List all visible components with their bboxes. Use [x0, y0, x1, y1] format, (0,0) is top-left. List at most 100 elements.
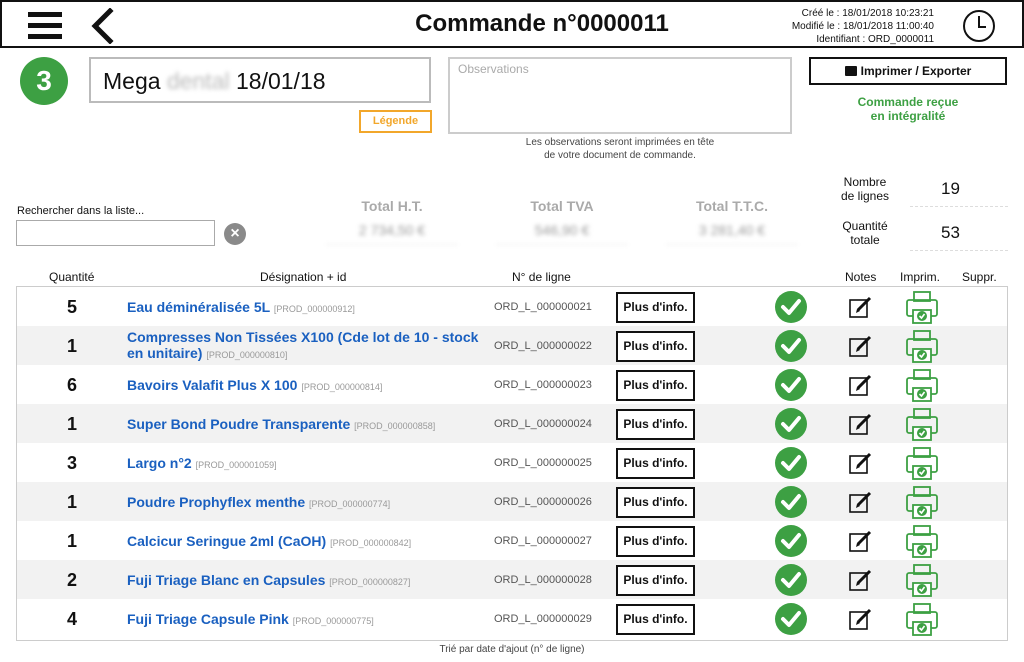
check-circle-icon	[775, 369, 807, 401]
line-number: ORD_L_000000028	[494, 574, 592, 586]
product-name: Largo n°2	[127, 455, 192, 471]
line-number: ORD_L_000000023	[494, 379, 592, 391]
printer-check-icon[interactable]	[905, 563, 939, 597]
edit-note-icon[interactable]	[849, 569, 873, 591]
order-status-line2: en intégralité	[870, 109, 946, 123]
column-designation: Désignation + id	[260, 270, 347, 284]
more-info-button[interactable]: Plus d'info.	[616, 370, 695, 401]
column-print: Imprim.	[900, 270, 940, 284]
observations-placeholder: Observations	[458, 62, 529, 76]
more-info-button[interactable]: Plus d'info.	[616, 487, 695, 518]
observations-note-line2: de votre document de commande.	[544, 150, 696, 161]
line-number: ORD_L_000000026	[494, 496, 592, 508]
clock-icon[interactable]	[962, 9, 996, 43]
product-name: Poudre Prophyflex menthe	[127, 494, 306, 510]
search-label: Rechercher dans la liste...	[17, 205, 145, 217]
modified-date: Modifié le : 18/01/2018 11:00:40	[791, 21, 934, 32]
observations-note-line1: Les observations seront imprimées en têt…	[525, 137, 715, 148]
table-row: 5 Eau déminéralisée 5L [PROD_000000912] OR…	[17, 287, 1007, 326]
printer-check-icon[interactable]	[905, 290, 939, 324]
search-input[interactable]	[16, 220, 215, 246]
line-count-label: Nombre de lignes	[826, 175, 904, 203]
more-info-button[interactable]: Plus d'info.	[616, 409, 695, 440]
more-info-button[interactable]: Plus d'info.	[616, 448, 695, 479]
product-name: Fuji Triage Blanc en Capsules	[127, 572, 326, 588]
row-quantity: 6	[66, 375, 77, 395]
column-notes: Notes	[845, 270, 877, 284]
clear-search-icon[interactable]: ×	[224, 223, 246, 245]
product-link[interactable]: Bavoirs Valafit Plus X 100 [PROD_0000008…	[127, 377, 487, 395]
order-lines-table: 5 Eau déminéralisée 5L [PROD_000000912] OR…	[16, 286, 1008, 641]
divider	[910, 206, 1008, 207]
product-link[interactable]: Compresses Non Tissées X100 (Cde lot de …	[127, 329, 487, 363]
product-link[interactable]: Poudre Prophyflex menthe [PROD_000000774…	[127, 494, 487, 512]
edit-note-icon[interactable]	[849, 491, 873, 513]
table-row: 4 Fuji Triage Capsule Pink [PROD_00000077…	[17, 599, 1007, 638]
check-circle-icon	[775, 330, 807, 362]
edit-note-icon[interactable]	[849, 374, 873, 396]
more-info-button[interactable]: Plus d'info.	[616, 526, 695, 557]
product-link[interactable]: Super Bond Poudre Transparente [PROD_000…	[127, 416, 487, 434]
product-id: [PROD_000000827]	[329, 577, 411, 587]
legend-button[interactable]: Légende	[359, 110, 432, 133]
divider	[910, 250, 1008, 251]
total-tva-label: Total TVA	[530, 198, 594, 214]
row-quantity: 2	[66, 570, 77, 590]
check-circle-icon	[775, 525, 807, 557]
row-quantity: 5	[66, 297, 77, 317]
printer-check-icon[interactable]	[905, 524, 939, 558]
edit-note-icon[interactable]	[849, 452, 873, 474]
printer-check-icon[interactable]	[905, 368, 939, 402]
product-id: [PROD_000000774]	[309, 499, 391, 509]
row-quantity: 4	[66, 609, 77, 629]
product-link[interactable]: Largo n°2 [PROD_000001059]	[127, 455, 487, 473]
check-circle-icon	[775, 447, 807, 479]
hamburger-icon[interactable]	[28, 12, 62, 40]
top-bar: Commande n°0000011 Créé le : 18/01/2018 …	[0, 0, 1024, 48]
more-info-button[interactable]: Plus d'info.	[616, 565, 695, 596]
printer-check-icon[interactable]	[905, 446, 939, 480]
edit-note-icon[interactable]	[849, 335, 873, 357]
more-info-button[interactable]: Plus d'info.	[616, 604, 695, 635]
more-info-button[interactable]: Plus d'info.	[616, 331, 695, 362]
product-link[interactable]: Calcicur Seringue 2ml (CaOH) [PROD_00000…	[127, 533, 487, 551]
table-row: 1 Poudre Prophyflex menthe [PROD_00000077…	[17, 482, 1007, 521]
order-name-field[interactable]: Mega dental 18/01/18	[89, 57, 431, 103]
total-ttc-label: Total T.T.C.	[695, 198, 769, 214]
product-id: [PROD_000000814]	[301, 382, 383, 392]
product-id: [PROD_000000775]	[292, 616, 374, 626]
edit-note-icon[interactable]	[849, 530, 873, 552]
edit-note-icon[interactable]	[849, 296, 873, 318]
total-ttc: Total T.T.C. 3 281,40 €	[667, 198, 797, 245]
line-count-value: 19	[941, 179, 960, 198]
product-link[interactable]: Fuji Triage Capsule Pink [PROD_000000775…	[127, 611, 487, 629]
product-name: Super Bond Poudre Transparente	[127, 416, 351, 432]
total-qty-label: Quantité totale	[826, 219, 904, 247]
more-info-button[interactable]: Plus d'info.	[616, 292, 695, 323]
printer-check-icon[interactable]	[905, 329, 939, 363]
order-meta: Créé le : 18/01/2018 10:23:21 Modifié le…	[792, 7, 934, 46]
print-export-label: Imprimer / Exporter	[860, 64, 972, 78]
table-row: 1 Compresses Non Tissées X100 (Cde lot de…	[17, 326, 1007, 365]
line-number: ORD_L_000000021	[494, 301, 592, 313]
created-date: Créé le : 18/01/2018 10:23:21	[801, 8, 934, 19]
total-ht: Total H.T. 2 734,50 €	[327, 198, 457, 245]
edit-note-icon[interactable]	[849, 608, 873, 630]
total-qty-label-2: totale	[850, 233, 880, 247]
order-name-prefix: Mega	[103, 68, 161, 94]
print-export-button[interactable]: Imprimer / Exporter	[809, 57, 1007, 85]
total-ttc-value: 3 281,40 €	[667, 222, 797, 245]
observations-textarea[interactable]: Observations	[448, 57, 792, 134]
edit-note-icon[interactable]	[849, 413, 873, 435]
product-link[interactable]: Fuji Triage Blanc en Capsules [PROD_0000…	[127, 572, 487, 590]
row-quantity: 1	[66, 336, 77, 356]
product-link[interactable]: Eau déminéralisée 5L [PROD_000000912]	[127, 299, 487, 317]
printer-check-icon[interactable]	[905, 407, 939, 441]
printer-check-icon[interactable]	[905, 602, 939, 636]
printer-check-icon[interactable]	[905, 485, 939, 519]
line-count-label-2: de lignes	[840, 189, 890, 203]
product-name: Eau déminéralisée 5L	[127, 299, 270, 315]
total-qty-value: 53	[941, 223, 960, 242]
chevron-left-icon[interactable]	[88, 8, 118, 44]
order-date: 18/01/18	[236, 68, 326, 94]
